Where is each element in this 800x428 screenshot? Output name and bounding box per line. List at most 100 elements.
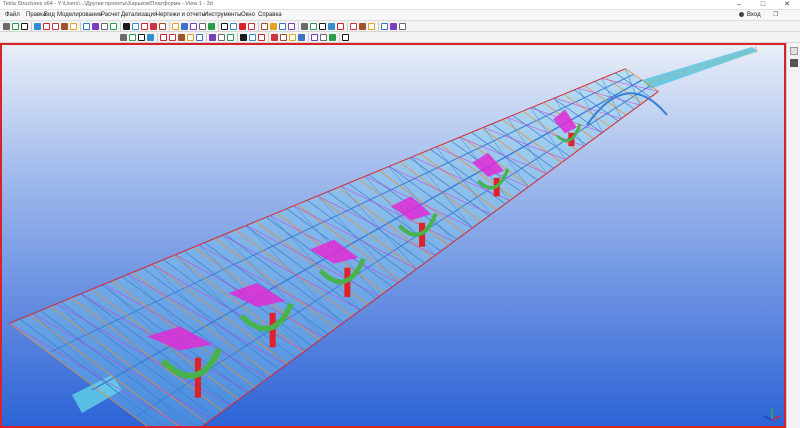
maximize-button[interactable]: □ — [751, 0, 775, 9]
line-icon[interactable] — [310, 23, 317, 30]
bolt-icon[interactable] — [172, 23, 179, 30]
snap-line-icon[interactable] — [258, 34, 265, 41]
menu-drawings-reports[interactable]: Чертежи и отчеты — [156, 11, 206, 20]
measure-icon[interactable] — [319, 23, 326, 30]
shape-icon[interactable] — [70, 23, 77, 30]
toolbar-separator — [258, 22, 259, 31]
catalog-icon[interactable] — [83, 23, 90, 30]
filter-icon[interactable] — [196, 34, 203, 41]
part-icon[interactable] — [190, 23, 197, 30]
open-icon[interactable] — [12, 23, 19, 30]
views-icon[interactable] — [790, 59, 798, 67]
properties-icon[interactable] — [790, 47, 798, 55]
clip-icon[interactable] — [359, 23, 366, 30]
toolbar-separator — [347, 22, 348, 31]
column-icon[interactable] — [150, 23, 157, 30]
select-all-icon[interactable] — [120, 34, 127, 41]
toolbar-separator — [308, 33, 309, 42]
menu-tools[interactable]: Инструменты — [204, 11, 241, 20]
fit-icon[interactable] — [208, 23, 215, 30]
redo-icon[interactable] — [43, 23, 50, 30]
menu-file[interactable]: Файл — [5, 11, 20, 20]
snap-reference-icon[interactable] — [289, 34, 296, 41]
weld-icon[interactable] — [181, 23, 188, 30]
select-part-icon[interactable] — [129, 34, 136, 41]
snap-icon[interactable] — [279, 23, 286, 30]
component-icon[interactable] — [221, 23, 228, 30]
select-assembly-icon[interactable] — [138, 34, 145, 41]
grid-icon[interactable] — [288, 23, 295, 30]
menu-help[interactable]: Справка — [258, 11, 282, 20]
save-icon[interactable] — [21, 23, 28, 30]
color-icon[interactable] — [248, 23, 255, 30]
zoom-icon[interactable] — [328, 23, 335, 30]
select-weld-icon[interactable] — [169, 34, 176, 41]
help-icon[interactable] — [399, 23, 406, 30]
report-icon[interactable] — [239, 23, 246, 30]
minimize-button[interactable]: – — [727, 0, 751, 9]
gear-icon[interactable] — [61, 23, 68, 30]
snap-geometry-icon[interactable] — [298, 34, 305, 41]
selection-icon[interactable] — [110, 23, 117, 30]
menu-modeling[interactable]: Моделирование — [57, 11, 102, 20]
toolbar-separator — [378, 22, 379, 31]
snap-end-icon[interactable] — [209, 34, 216, 41]
toolbar-separator — [218, 22, 219, 31]
rotate-icon[interactable] — [350, 23, 357, 30]
import-icon[interactable] — [92, 23, 99, 30]
menu-detailing[interactable]: Детализация — [121, 11, 157, 20]
view-icon[interactable] — [368, 23, 375, 30]
pan-icon[interactable] — [337, 23, 344, 30]
user-icon — [739, 12, 744, 17]
snap-toolbar — [0, 32, 800, 43]
snap-intersect-icon[interactable] — [240, 34, 247, 41]
snap-extension-icon[interactable] — [329, 34, 336, 41]
menu-analysis[interactable]: Расчет — [101, 11, 120, 20]
menu-view[interactable]: Вид — [44, 11, 55, 20]
snap-point-icon[interactable] — [271, 34, 278, 41]
toolbar-separator — [120, 22, 121, 31]
snap-center-icon[interactable] — [227, 34, 234, 41]
sketch-icon[interactable] — [261, 23, 268, 30]
toolbar-separator — [298, 22, 299, 31]
toolbar-separator — [268, 33, 269, 42]
snap-mid-icon[interactable] — [218, 34, 225, 41]
toolbar-separator — [237, 33, 238, 42]
model-viewport[interactable] — [0, 43, 786, 428]
select-grid-icon[interactable] — [178, 34, 185, 41]
toolbar-separator — [80, 22, 81, 31]
snap-nearest-icon[interactable] — [320, 34, 327, 41]
export-icon[interactable] — [101, 23, 108, 30]
plane-icon[interactable] — [301, 23, 308, 30]
snap-orth-icon[interactable] — [342, 34, 349, 41]
model-3d-view[interactable] — [2, 45, 784, 426]
menu-window[interactable]: Окно — [241, 11, 255, 20]
select-plane-icon[interactable] — [187, 34, 194, 41]
login-button[interactable]: Вход — [739, 11, 761, 20]
toolbar-separator — [206, 33, 207, 42]
main-toolbar — [0, 21, 800, 32]
plate-icon[interactable] — [159, 23, 166, 30]
select-component-icon[interactable] — [147, 34, 154, 41]
snap-perp-icon[interactable] — [249, 34, 256, 41]
layout-icon[interactable] — [132, 23, 139, 30]
toolbar-separator — [169, 22, 170, 31]
settings-icon[interactable] — [52, 23, 59, 30]
window-icon[interactable] — [123, 23, 130, 30]
menu-bar: Файл Правка Вид Моделирование Расчет Дет… — [0, 10, 800, 21]
lock-icon[interactable] — [390, 23, 397, 30]
window-title: Tekla Structures x64 - Y:\Users\...\Друг… — [3, 1, 213, 7]
pick-icon[interactable] — [270, 23, 277, 30]
snap-any-icon[interactable] — [280, 34, 287, 41]
undo-icon[interactable] — [34, 23, 41, 30]
beam-icon[interactable] — [141, 23, 148, 30]
side-panel — [786, 43, 800, 428]
close-button[interactable]: ✕ — [775, 0, 799, 9]
restore-icon[interactable]: ❐ — [773, 11, 778, 20]
drawing-icon[interactable] — [230, 23, 237, 30]
snap-edge-icon[interactable] — [311, 34, 318, 41]
cut-icon[interactable] — [199, 23, 206, 30]
render-icon[interactable] — [381, 23, 388, 30]
select-bolt-icon[interactable] — [160, 34, 167, 41]
new-icon[interactable] — [3, 23, 10, 30]
